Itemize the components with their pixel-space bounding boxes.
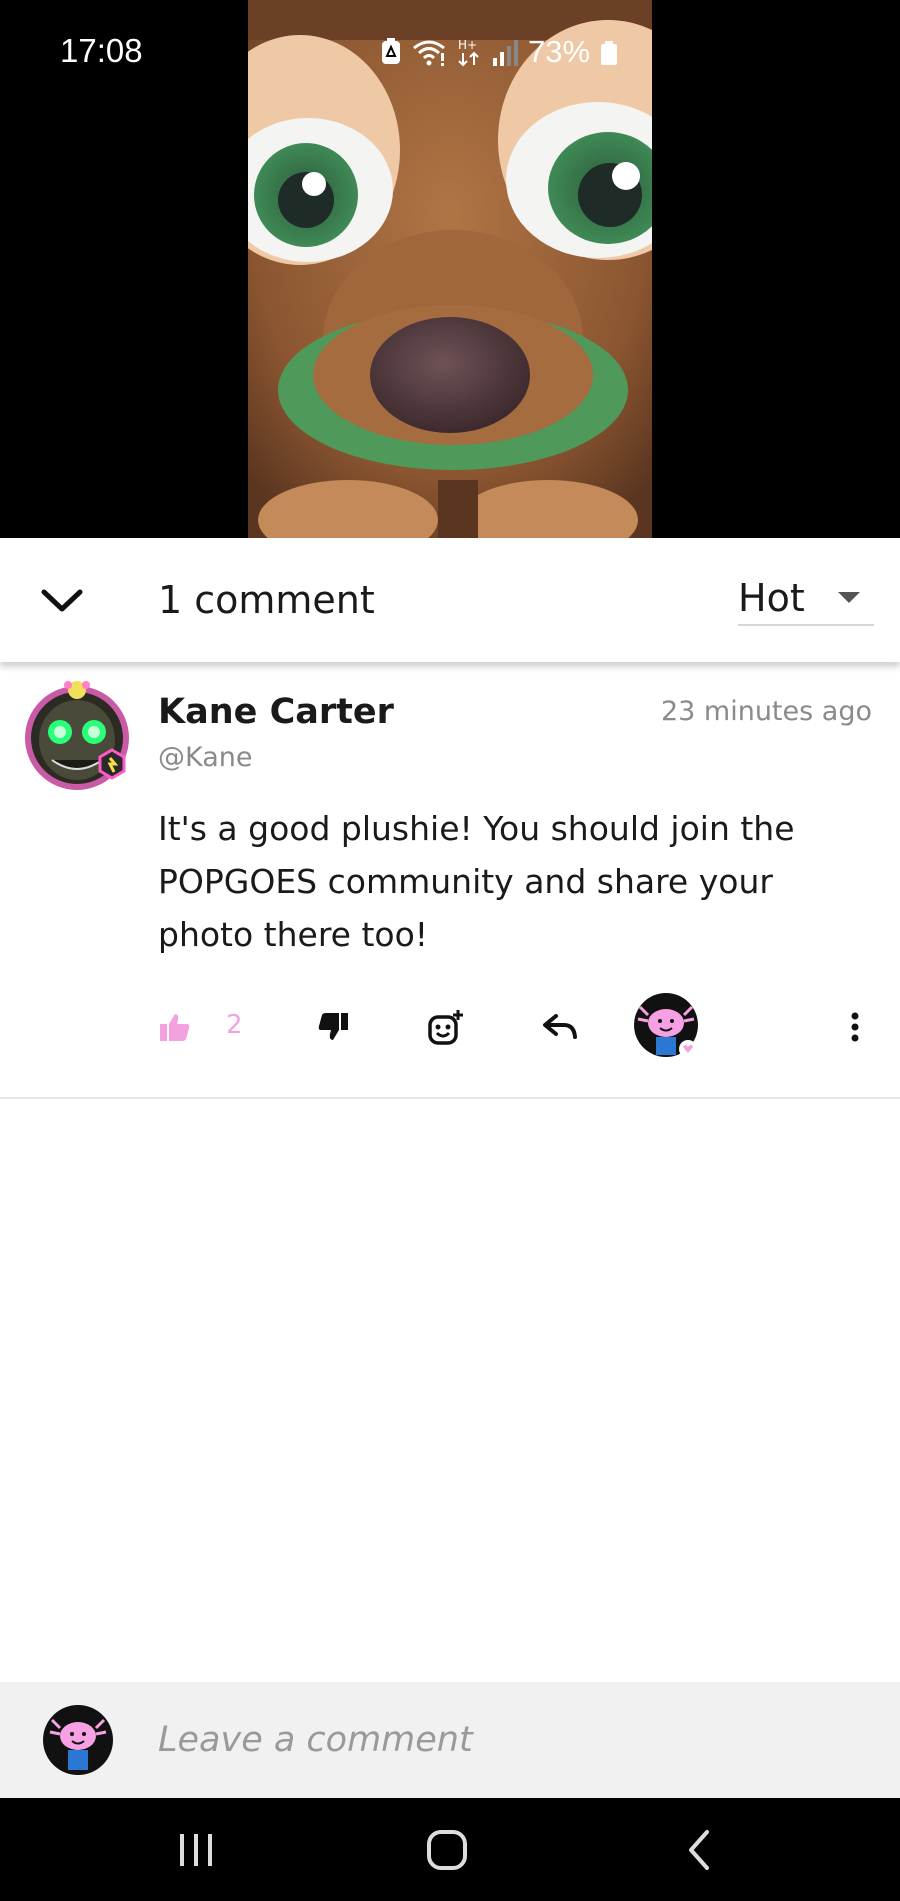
- author-handle[interactable]: @Kane: [158, 742, 253, 773]
- back-icon: [689, 1830, 709, 1870]
- comment-text: It's a good plushie! You should join the…: [158, 809, 795, 954]
- comment-actions: 2: [0, 992, 900, 1062]
- dislike-button[interactable]: [308, 992, 358, 1062]
- like-button[interactable]: [150, 992, 200, 1062]
- author-name[interactable]: Kane Carter: [158, 692, 394, 732]
- collapse-comments-button[interactable]: [30, 568, 94, 632]
- thumbs-up-icon: [160, 1014, 190, 1041]
- add-emoji-icon: [428, 1010, 463, 1045]
- reply-button[interactable]: [534, 992, 586, 1062]
- comment-timestamp: 23 minutes ago: [660, 696, 872, 727]
- sort-select[interactable]: Hot: [738, 566, 874, 626]
- status-icons: H+ 73%: [380, 34, 618, 70]
- signal-icon: [492, 38, 518, 66]
- more-options-button[interactable]: [840, 992, 870, 1062]
- video-player[interactable]: 17:08 H+ 73%: [0, 0, 900, 538]
- comment-composer: [0, 1682, 900, 1798]
- battery-percentage: 73%: [528, 34, 591, 69]
- more-options-icon: [851, 1012, 859, 1042]
- navigation-bar: [0, 1798, 900, 1901]
- wifi-icon: [412, 38, 446, 66]
- reactor-avatar[interactable]: [628, 992, 704, 1062]
- chevron-down-icon: [41, 589, 83, 612]
- caret-down-icon: [838, 592, 860, 603]
- sort-value: Hot: [738, 576, 805, 620]
- thumbs-down-icon: [318, 1013, 348, 1040]
- comments-header: 1 comment Hot: [0, 538, 900, 662]
- home-button[interactable]: [407, 1820, 487, 1880]
- avatar[interactable]: [22, 680, 132, 790]
- recents-button[interactable]: [156, 1820, 236, 1880]
- like-count: 2: [226, 1010, 243, 1040]
- comment-count: 1 comment: [158, 578, 375, 622]
- reply-icon: [543, 1014, 577, 1039]
- comment-input[interactable]: [158, 1702, 858, 1778]
- status-time: 17:08: [60, 32, 143, 69]
- battery-saver-icon: [380, 38, 402, 66]
- battery-icon: [600, 38, 618, 66]
- add-reaction-button[interactable]: [420, 992, 472, 1062]
- hplus-data-icon: H+: [456, 37, 482, 67]
- svg-text:H+: H+: [458, 38, 477, 52]
- home-icon: [427, 1830, 467, 1870]
- back-button[interactable]: [660, 1820, 740, 1880]
- comment-item: Kane Carter @Kane 23 minutes ago It's a …: [0, 662, 900, 1099]
- user-avatar[interactable]: [42, 1704, 114, 1776]
- status-bar: 17:08 H+ 73%: [0, 0, 900, 100]
- recents-icon: [180, 1834, 212, 1866]
